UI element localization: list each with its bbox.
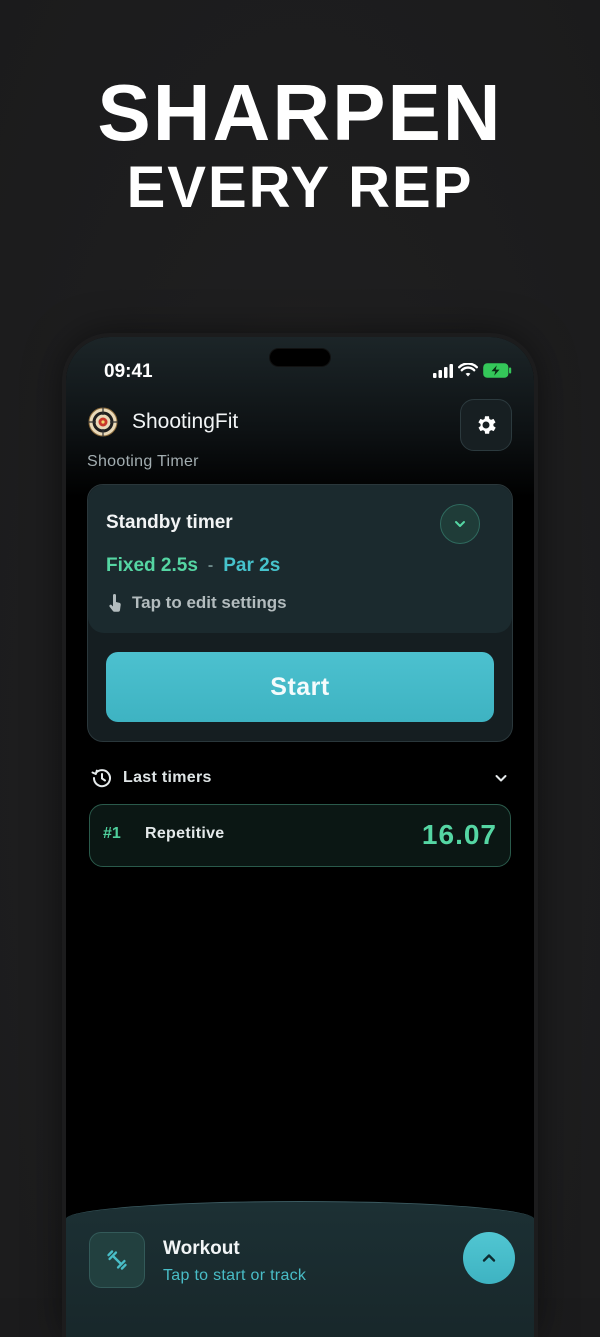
last-timers-title: Last timers — [123, 769, 212, 786]
last-timer-row[interactable]: #1 Repetitive 16.07 — [89, 804, 511, 867]
settings-button[interactable] — [460, 399, 512, 451]
workout-bar[interactable]: Workout Tap to start or track — [66, 1201, 534, 1337]
signal-icon — [433, 363, 453, 378]
promo-headline: SHARPEN — [97, 68, 503, 157]
timer-rank: #1 — [103, 825, 121, 842]
timer-result: 16.07 — [421, 819, 497, 850]
par-time-label: Par 2s — [223, 555, 281, 576]
collapse-toggle-button[interactable] — [440, 504, 480, 544]
workout-icon-box — [89, 1232, 145, 1288]
chevron-down-icon[interactable] — [493, 770, 509, 786]
status-icons — [433, 363, 512, 378]
page-subtitle: Shooting Timer — [87, 453, 199, 470]
workout-title: Workout — [163, 1238, 240, 1259]
phone-frame: 09:41 ShootingFit Shooting Timer Standby… — [66, 337, 534, 1337]
battery-charging-icon — [483, 363, 512, 378]
timer-name: Repetitive — [145, 825, 225, 842]
history-icon — [91, 769, 111, 788]
last-timers-header[interactable]: Last timers — [91, 767, 509, 789]
workout-subtitle: Tap to start or track — [163, 1267, 307, 1284]
tap-finger-icon — [109, 594, 121, 612]
start-button[interactable]: Start — [106, 652, 494, 722]
timer-mode: Fixed 2.5s - Par 2s — [106, 555, 280, 577]
timer-settings-panel[interactable]: Standby timer Fixed 2.5s - Par 2s Tap to… — [88, 485, 512, 633]
timer-card: Standby timer Fixed 2.5s - Par 2s Tap to… — [87, 484, 513, 742]
dynamic-island — [270, 349, 330, 366]
expand-workout-button[interactable] — [463, 1232, 515, 1284]
gear-icon — [478, 416, 496, 434]
promo-subheadline: EVERY REP — [126, 155, 474, 220]
target-icon — [88, 407, 118, 437]
edit-hint-text: Tap to edit settings — [132, 593, 287, 612]
chevron-down-icon — [455, 521, 465, 527]
delay-mode-label: Fixed 2.5s — [106, 555, 198, 576]
edit-settings-hint: Tap to edit settings — [106, 593, 287, 613]
app-brand: ShootingFit — [88, 407, 238, 437]
chevron-up-icon — [482, 1254, 496, 1262]
app-name: ShootingFit — [132, 410, 239, 433]
dumbbell-icon — [107, 1250, 127, 1270]
mode-separator: - — [207, 557, 214, 574]
status-time: 09:41 — [104, 361, 153, 382]
wifi-icon — [458, 363, 478, 377]
timer-title: Standby timer — [106, 512, 233, 533]
